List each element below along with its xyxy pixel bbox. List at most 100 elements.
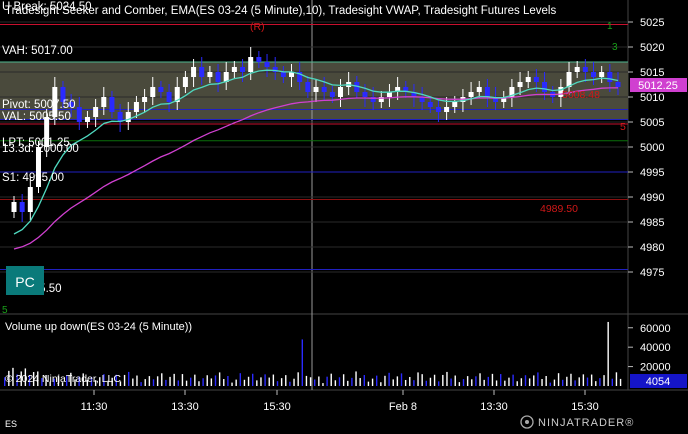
candle-body[interactable] bbox=[533, 77, 539, 82]
volume-bar bbox=[334, 380, 337, 386]
candle-body[interactable] bbox=[109, 97, 115, 112]
candle-body[interactable] bbox=[11, 202, 17, 212]
chart-canvas[interactable]: 5025 5020 5015 5010 5005 5000 4995 4990 4985 4980… bbox=[0, 0, 688, 434]
volume-bar bbox=[599, 378, 601, 386]
volume-bar bbox=[528, 378, 531, 386]
candle-body[interactable] bbox=[248, 57, 254, 72]
volume-bar bbox=[128, 371, 130, 386]
candle-body[interactable] bbox=[93, 107, 99, 117]
volume-bar bbox=[140, 382, 142, 386]
candle-body[interactable] bbox=[435, 107, 441, 112]
val-label: VAL: 5005.50 bbox=[2, 111, 71, 123]
volume-bar bbox=[553, 379, 556, 386]
volume-bar bbox=[239, 373, 241, 386]
volume-bar bbox=[491, 373, 494, 386]
candle-body[interactable] bbox=[591, 72, 597, 77]
volume-bar bbox=[380, 382, 382, 386]
candle-body[interactable] bbox=[452, 102, 458, 107]
volume-bar bbox=[433, 374, 436, 386]
volume-bar bbox=[595, 381, 597, 386]
volume-bar bbox=[400, 373, 403, 386]
volume-bar bbox=[512, 374, 514, 386]
candle-body[interactable] bbox=[313, 87, 319, 92]
volume-bar bbox=[504, 380, 506, 386]
candle-body[interactable] bbox=[256, 57, 262, 62]
candle-body[interactable] bbox=[215, 72, 221, 82]
volume-bar bbox=[309, 377, 312, 386]
volume-bar bbox=[586, 377, 589, 386]
candle-body[interactable] bbox=[337, 87, 343, 97]
volume-bar bbox=[165, 379, 167, 386]
candle-body[interactable] bbox=[574, 67, 580, 72]
candle-body[interactable] bbox=[582, 67, 588, 72]
volume-bar bbox=[342, 374, 345, 386]
candle-body[interactable] bbox=[427, 102, 433, 107]
candle-body[interactable] bbox=[280, 72, 286, 77]
volume-bar bbox=[169, 376, 171, 386]
ninjatrader-logo: NINJATRADER® bbox=[520, 415, 633, 429]
price-tick-label: 5000 bbox=[640, 142, 664, 154]
svg-text:5012.25: 5012.25 bbox=[638, 80, 678, 92]
volume-bar bbox=[425, 380, 427, 386]
volume-bar bbox=[322, 383, 324, 386]
volume-bar bbox=[318, 376, 320, 386]
price-tick-label: 4990 bbox=[640, 192, 664, 204]
candle-body[interactable] bbox=[476, 87, 482, 92]
resistance-right-tag: 5 bbox=[620, 121, 626, 133]
candle-body[interactable] bbox=[166, 92, 172, 102]
candle-body[interactable] bbox=[150, 87, 156, 97]
volume-bar bbox=[223, 379, 225, 386]
price-tick-label: 5010 bbox=[640, 92, 664, 104]
candle-body[interactable] bbox=[468, 92, 474, 97]
volume-bar bbox=[181, 374, 184, 386]
volume-bar bbox=[438, 381, 440, 386]
volume-bar bbox=[545, 376, 547, 386]
candle-body[interactable] bbox=[484, 87, 490, 97]
pc-marker[interactable]: PC bbox=[6, 266, 44, 295]
svg-text:4054: 4054 bbox=[646, 376, 670, 388]
candle-body[interactable] bbox=[542, 82, 548, 92]
volume-bar bbox=[429, 377, 432, 386]
candle-body[interactable] bbox=[321, 87, 327, 92]
volume-bar bbox=[305, 375, 308, 386]
candle-body[interactable] bbox=[27, 187, 33, 212]
candle-body[interactable] bbox=[615, 82, 621, 87]
candle-body[interactable] bbox=[607, 72, 613, 82]
price-tick-label: 4980 bbox=[640, 242, 664, 254]
candle-body[interactable] bbox=[191, 67, 197, 77]
candle-body[interactable] bbox=[444, 107, 450, 112]
candle-body[interactable] bbox=[264, 62, 270, 67]
candle-body[interactable] bbox=[329, 92, 335, 97]
candle-body[interactable] bbox=[142, 97, 148, 102]
candle-body[interactable] bbox=[207, 72, 213, 77]
candle-body[interactable] bbox=[133, 102, 139, 112]
volume-bar bbox=[268, 377, 270, 386]
candle-body[interactable] bbox=[84, 117, 90, 122]
candle-body[interactable] bbox=[158, 87, 164, 92]
volume-bar bbox=[330, 373, 332, 386]
volume-bar bbox=[190, 377, 192, 386]
volume-bar bbox=[454, 375, 456, 386]
volume-tick-label: 60000 bbox=[640, 323, 671, 335]
candle-body[interactable] bbox=[305, 82, 311, 92]
candle-body[interactable] bbox=[76, 107, 82, 122]
volume-bar bbox=[557, 373, 560, 386]
candle-body[interactable] bbox=[517, 82, 523, 87]
volume-bar bbox=[371, 378, 374, 386]
volume-bar bbox=[202, 378, 204, 386]
volume-panel-title: Volume up down(ES 03-24 (5 Minute)) bbox=[5, 321, 192, 333]
candle-body[interactable] bbox=[599, 72, 605, 77]
time-tick-label: 15:30 bbox=[571, 401, 599, 413]
candle-body[interactable] bbox=[182, 77, 188, 87]
candle-body[interactable] bbox=[199, 67, 205, 77]
candle-body[interactable] bbox=[240, 67, 246, 72]
volume-bar bbox=[231, 382, 233, 386]
volume-bar bbox=[136, 375, 138, 386]
candle-body[interactable] bbox=[19, 202, 25, 212]
candle-body[interactable] bbox=[101, 97, 107, 107]
volume-bar bbox=[603, 375, 605, 386]
volume-bar bbox=[479, 373, 481, 386]
candle-body[interactable] bbox=[231, 67, 237, 72]
candle-body[interactable] bbox=[525, 77, 531, 82]
candle-body[interactable] bbox=[362, 92, 368, 97]
